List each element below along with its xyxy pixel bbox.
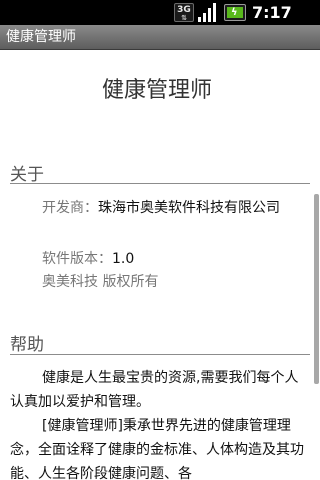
app-name-heading: 健康管理师 — [101, 78, 212, 103]
developer-value: 珠海市奥美软件科技有限公司 — [98, 200, 280, 216]
scrollbar[interactable] — [314, 194, 319, 384]
title-bar: 健康管理师 — [0, 25, 320, 50]
help-section-header: 帮助 — [10, 335, 44, 355]
data-activity-icon: ⇅ — [181, 14, 187, 22]
help-paragraph: [健康管理师]秉承世界先进的健康管理理念，全面诠释了健康的金标准、人体构造及其功… — [10, 418, 304, 480]
version-label: 软件版本： — [42, 251, 112, 267]
version-row: 软件版本：1.0 — [10, 247, 302, 271]
about-section-header: 关于 — [10, 165, 44, 185]
signal-icon — [198, 3, 216, 22]
version-value: 1.0 — [112, 251, 135, 267]
window-title: 健康管理师 — [6, 29, 76, 45]
status-bar: 3G ⇅ ϟ 7:17 AM — [0, 0, 320, 47]
clock: 7:17 AM — [252, 3, 292, 47]
help-divider — [10, 354, 310, 355]
about-page[interactable]: 健康管理师 关于 开发商：珠海市奥美软件科技有限公司 软件版本：1.0 奥美科技… — [0, 50, 320, 480]
3g-icon: 3G ⇅ — [174, 3, 194, 22]
battery-charging-icon: ϟ — [224, 4, 246, 21]
copyright-text: 奥美科技 版权所有 — [42, 274, 159, 290]
developer-row: 开发商：珠海市奥美软件科技有限公司 — [10, 196, 302, 220]
help-paragraph: 健康是人生最宝贵的资源,需要我们每个人认真加以爱护和管理。 — [10, 370, 299, 410]
developer-label: 开发商： — [42, 200, 98, 216]
about-divider — [10, 183, 310, 184]
